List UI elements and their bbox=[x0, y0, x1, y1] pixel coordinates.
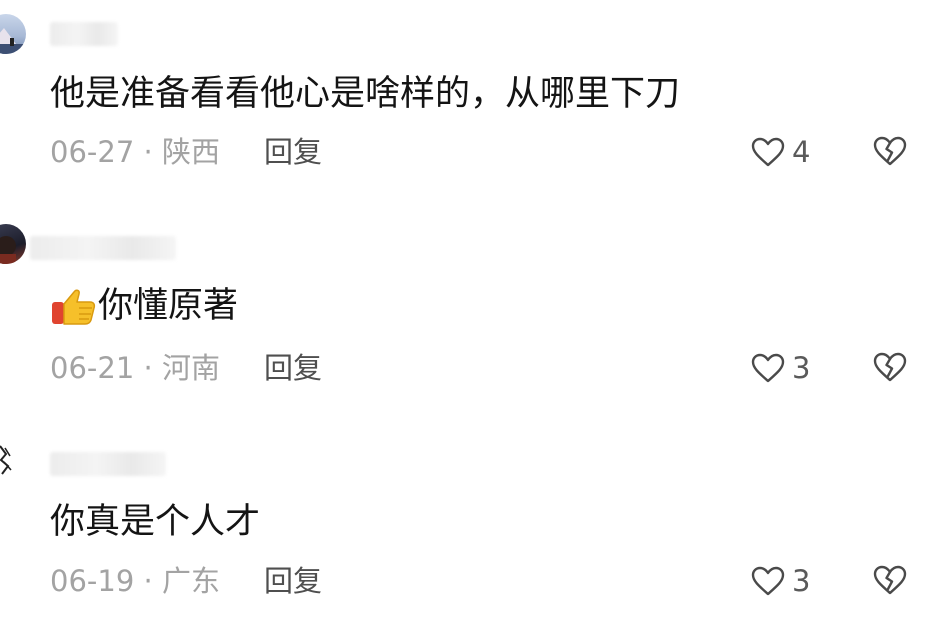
comment-date: 06-21 bbox=[50, 351, 135, 385]
dislike-button[interactable] bbox=[872, 350, 908, 386]
username-blurred[interactable] bbox=[30, 236, 176, 260]
username-blurred[interactable] bbox=[50, 452, 166, 476]
comment-meta: 06-21 · 河南 bbox=[50, 350, 220, 386]
meta-separator: · bbox=[143, 351, 153, 385]
dislike-button[interactable] bbox=[872, 563, 908, 599]
comment-text: 他是准备看看他心是啥样的，从哪里下刀 bbox=[50, 74, 681, 114]
avatar-image bbox=[0, 28, 26, 54]
comment-location: 河南 bbox=[161, 351, 220, 385]
broken-heart-icon bbox=[873, 136, 907, 166]
like-count: 3 bbox=[792, 564, 811, 598]
username-blurred[interactable] bbox=[50, 22, 118, 46]
heart-outline-icon bbox=[751, 353, 785, 383]
like-count: 3 bbox=[792, 351, 811, 385]
comment-text: 你懂原著 bbox=[98, 286, 239, 326]
meta-separator: · bbox=[143, 135, 153, 169]
reply-button[interactable]: 回复 bbox=[264, 350, 322, 386]
like-count: 4 bbox=[792, 135, 811, 169]
like-button[interactable]: 3 bbox=[750, 350, 810, 386]
comment-text-row: 你懂原著 bbox=[50, 286, 238, 326]
comment-date: 06-27 bbox=[50, 135, 135, 169]
broken-heart-icon bbox=[873, 565, 907, 595]
reply-button[interactable]: 回复 bbox=[264, 134, 322, 170]
broken-heart-icon bbox=[873, 352, 907, 382]
thumbs-up-emoji bbox=[52, 289, 96, 325]
comment-meta: 06-19 · 广东 bbox=[50, 563, 220, 599]
avatar-image bbox=[0, 236, 16, 264]
comment-date: 06-19 bbox=[50, 564, 135, 598]
reply-button[interactable]: 回复 bbox=[264, 563, 322, 599]
heart-outline-icon bbox=[751, 566, 785, 596]
avatar[interactable] bbox=[0, 440, 26, 480]
like-button[interactable]: 3 bbox=[750, 563, 810, 599]
avatar[interactable] bbox=[0, 14, 26, 54]
comment-text: 你真是个人才 bbox=[50, 502, 261, 542]
like-button[interactable]: 4 bbox=[750, 134, 810, 170]
avatar[interactable] bbox=[0, 224, 26, 264]
comment-location: 陕西 bbox=[161, 135, 220, 169]
comment-meta: 06-27 · 陕西 bbox=[50, 134, 220, 170]
heart-outline-icon bbox=[751, 137, 785, 167]
comment-location: 广东 bbox=[161, 564, 220, 598]
meta-separator: · bbox=[143, 564, 153, 598]
dislike-button[interactable] bbox=[872, 134, 908, 170]
avatar-image bbox=[0, 445, 12, 475]
